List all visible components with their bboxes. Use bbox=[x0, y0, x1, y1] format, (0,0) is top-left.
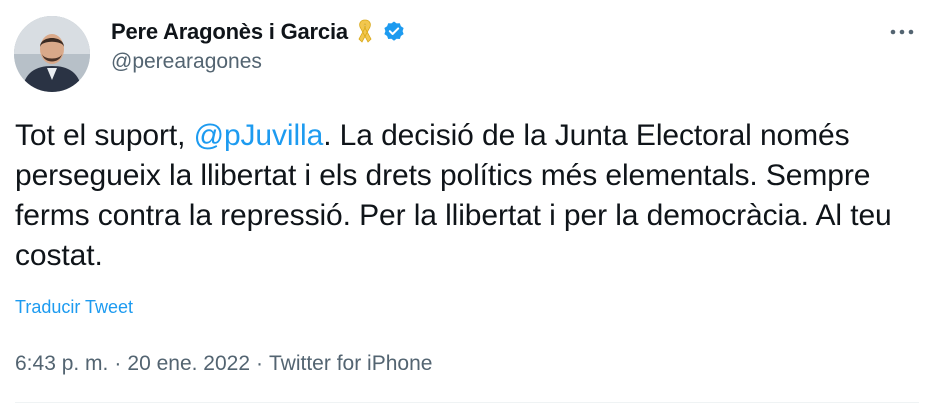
more-options-icon[interactable] bbox=[888, 18, 916, 46]
meta-separator: · bbox=[256, 352, 264, 375]
author-handle[interactable]: @perearagones bbox=[111, 50, 262, 74]
display-name[interactable]: Pere Aragonès i Garcia bbox=[111, 19, 348, 45]
tweet-time[interactable]: 6:43 p. m. bbox=[15, 352, 108, 376]
translate-tweet-link[interactable]: Traducir Tweet bbox=[15, 297, 133, 318]
tweet-text-start: Tot el suport, bbox=[15, 119, 194, 152]
tweet-card: Pere Aragonès i Garcia @perearagones Tot… bbox=[0, 0, 934, 407]
meta-separator: · bbox=[114, 352, 122, 375]
divider bbox=[15, 402, 919, 403]
yellow-ribbon-icon bbox=[354, 18, 376, 46]
avatar[interactable] bbox=[14, 16, 90, 92]
tweet-text: Tot el suport, @pJuvilla. La decisió de … bbox=[15, 116, 920, 276]
author-name-row: Pere Aragonès i Garcia bbox=[111, 16, 406, 48]
verified-badge-icon bbox=[382, 20, 406, 44]
tweet-meta: 6:43 p. m. · 20 ene. 2022 · Twitter for … bbox=[15, 352, 432, 376]
mention-link[interactable]: @pJuvilla bbox=[194, 119, 324, 152]
tweet-source[interactable]: Twitter for iPhone bbox=[269, 352, 432, 376]
tweet-date[interactable]: 20 ene. 2022 bbox=[127, 352, 250, 376]
